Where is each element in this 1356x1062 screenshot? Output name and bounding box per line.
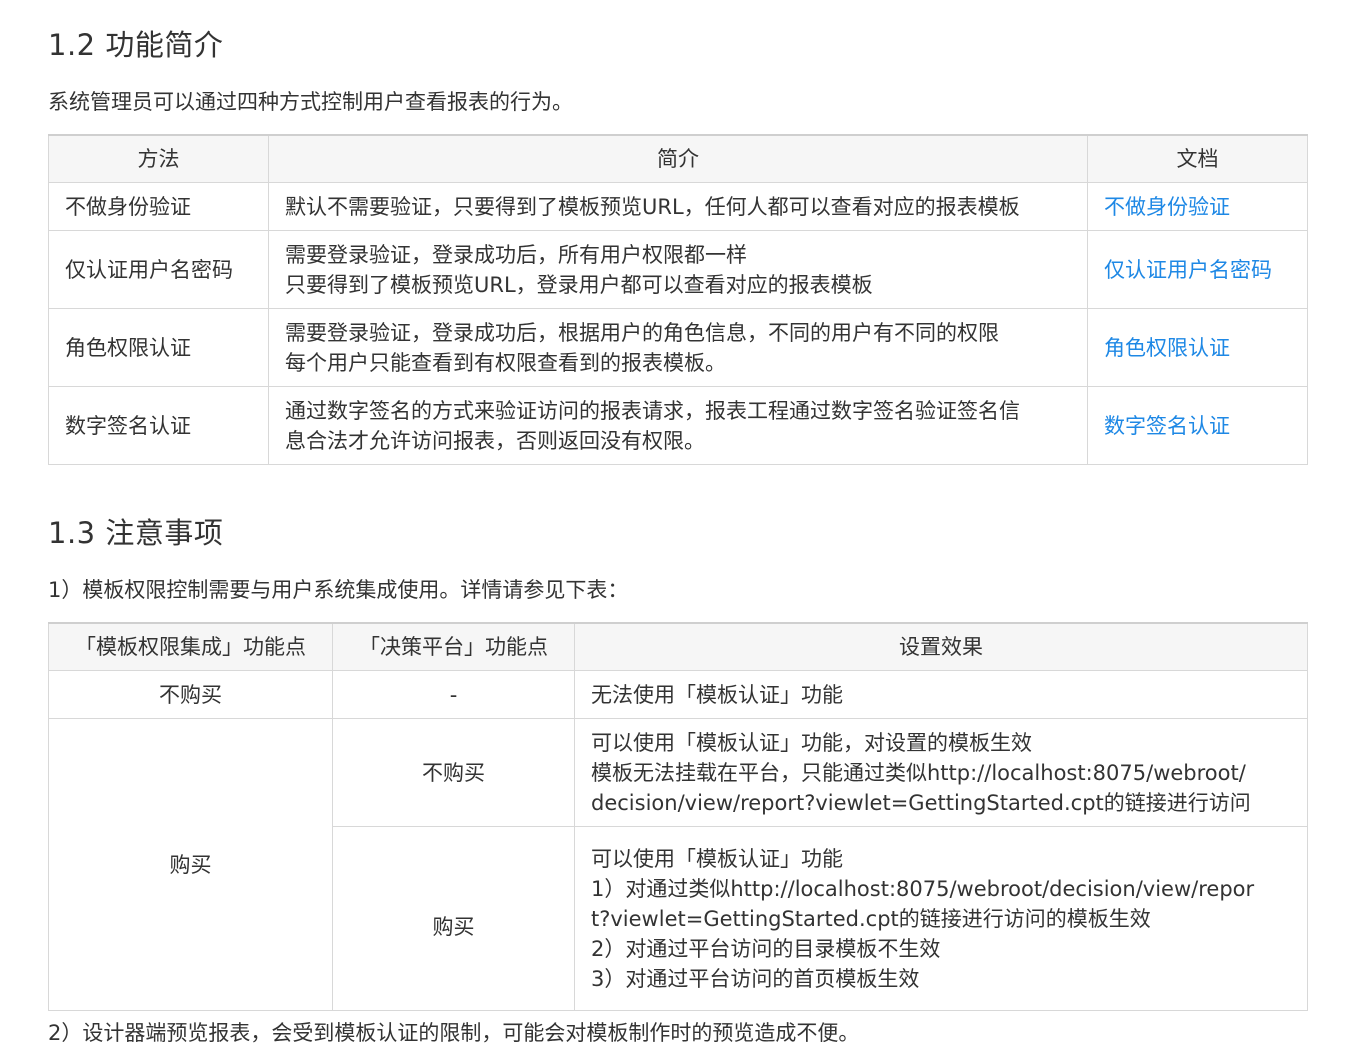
effect-line: 3）对通过平台访问的首页模板生效 (591, 966, 920, 991)
template-feature-cell: 不购买 (48, 670, 333, 719)
method-cell: 仅认证用户名密码 (48, 230, 269, 309)
summary-line: 通过数字签名的方式来验证访问的报表请求，报表工程通过数字签名验证签名信 (285, 398, 1020, 423)
method-cell: 不做身份验证 (48, 182, 269, 231)
notes-item-1: 1）模板权限控制需要与用户系统集成使用。详情请参见下表： (48, 578, 629, 602)
effect-cell: 可以使用「模板认证」功能 1）对通过类似http://localhost:807… (574, 826, 1308, 1011)
platform-feature-cell: 不购买 (332, 718, 575, 827)
methods-table: 方法 简介 文档 不做身份验证 默认不需要验证，只要得到了模板预览URL，任何人… (48, 134, 1308, 465)
col-header-doc: 文档 (1087, 134, 1308, 183)
effect-line: 可以使用「模板认证」功能 (591, 846, 843, 871)
effect-line: 1）对通过类似http://localhost:8075/webroot/dec… (591, 876, 1255, 901)
summary-line: 需要登录验证，登录成功后，所有用户权限都一样 (285, 242, 747, 267)
doc-cell: 角色权限认证 (1087, 308, 1308, 387)
section-heading-features: 1.2 功能简介 (48, 28, 224, 62)
summary-cell: 通过数字签名的方式来验证访问的报表请求，报表工程通过数字签名验证签名信 息合法才… (268, 386, 1088, 465)
integration-table: 「模板权限集成」功能点 「决策平台」功能点 设置效果 不购买 - 无法使用「模板… (48, 622, 1308, 1011)
doc-cell: 不做身份验证 (1087, 182, 1308, 231)
section-heading-notes: 1.3 注意事项 (48, 516, 224, 550)
effect-cell: 无法使用「模板认证」功能 (574, 670, 1308, 719)
doc-cell: 仅认证用户名密码 (1087, 230, 1308, 309)
notes-item-2: 2）设计器端预览报表，会受到模板认证的限制，可能会对模板制作时的预览造成不便。 (48, 1021, 860, 1045)
platform-feature-cell: 购买 (332, 826, 575, 1011)
effect-cell: 可以使用「模板认证」功能，对设置的模板生效 模板无法挂载在平台，只能通过类似ht… (574, 718, 1308, 827)
effect-line: t?viewlet=GettingStarted.cpt的链接进行访问的模板生效 (591, 906, 1151, 931)
effect-line: 模板无法挂载在平台，只能通过类似http://localhost:8075/we… (591, 760, 1246, 785)
col-header-platform-feature: 「决策平台」功能点 (332, 622, 575, 671)
doc-link-role-auth[interactable]: 角色权限认证 (1104, 336, 1230, 360)
table-row: 不做身份验证 默认不需要验证，只要得到了模板预览URL，任何人都可以查看对应的报… (48, 182, 1308, 231)
summary-line: 只要得到了模板预览URL，登录用户都可以查看对应的报表模板 (285, 272, 873, 297)
doc-cell: 数字签名认证 (1087, 386, 1308, 465)
doc-link-no-auth[interactable]: 不做身份验证 (1104, 195, 1230, 219)
doc-link-password-auth[interactable]: 仅认证用户名密码 (1104, 258, 1272, 282)
summary-cell: 默认不需要验证，只要得到了模板预览URL，任何人都可以查看对应的报表模板 (268, 182, 1088, 231)
effect-line: 2）对通过平台访问的目录模板不生效 (591, 936, 941, 961)
method-cell: 角色权限认证 (48, 308, 269, 387)
features-intro: 系统管理员可以通过四种方式控制用户查看报表的行为。 (48, 90, 573, 114)
summary-cell: 需要登录验证，登录成功后，所有用户权限都一样 只要得到了模板预览URL，登录用户… (268, 230, 1088, 309)
method-cell: 数字签名认证 (48, 386, 269, 465)
table-row: 不购买 - 无法使用「模板认证」功能 (48, 670, 1308, 719)
integration-table-header-row: 「模板权限集成」功能点 「决策平台」功能点 设置效果 (48, 622, 1308, 671)
effect-line: 无法使用「模板认证」功能 (591, 682, 843, 707)
effect-line: 可以使用「模板认证」功能，对设置的模板生效 (591, 730, 1032, 755)
table-row: 仅认证用户名密码 需要登录验证，登录成功后，所有用户权限都一样 只要得到了模板预… (48, 230, 1308, 309)
summary-line: 每个用户只能查看到有权限查看到的报表模板。 (285, 350, 726, 375)
summary-line: 需要登录验证，登录成功后，根据用户的角色信息，不同的用户有不同的权限 (285, 320, 999, 345)
template-feature-cell: 购买 (48, 718, 333, 1011)
platform-feature-cell: - (332, 670, 575, 719)
summary-line: 默认不需要验证，只要得到了模板预览URL，任何人都可以查看对应的报表模板 (285, 194, 1020, 219)
effect-line: decision/view/report?viewlet=GettingStar… (591, 790, 1251, 815)
col-header-effect: 设置效果 (574, 622, 1308, 671)
summary-line: 息合法才允许访问报表，否则返回没有权限。 (285, 428, 705, 453)
table-row: 数字签名认证 通过数字签名的方式来验证访问的报表请求，报表工程通过数字签名验证签… (48, 386, 1308, 465)
col-header-template-feature: 「模板权限集成」功能点 (48, 622, 333, 671)
col-header-method: 方法 (48, 134, 269, 183)
doc-link-signature-auth[interactable]: 数字签名认证 (1104, 414, 1230, 438)
table-row: 角色权限认证 需要登录验证，登录成功后，根据用户的角色信息，不同的用户有不同的权… (48, 308, 1308, 387)
table-row: 购买 不购买 可以使用「模板认证」功能，对设置的模板生效 模板无法挂载在平台，只… (48, 718, 1308, 1011)
col-header-summary: 简介 (268, 134, 1088, 183)
methods-table-header-row: 方法 简介 文档 (48, 134, 1308, 183)
summary-cell: 需要登录验证，登录成功后，根据用户的角色信息，不同的用户有不同的权限 每个用户只… (268, 308, 1088, 387)
